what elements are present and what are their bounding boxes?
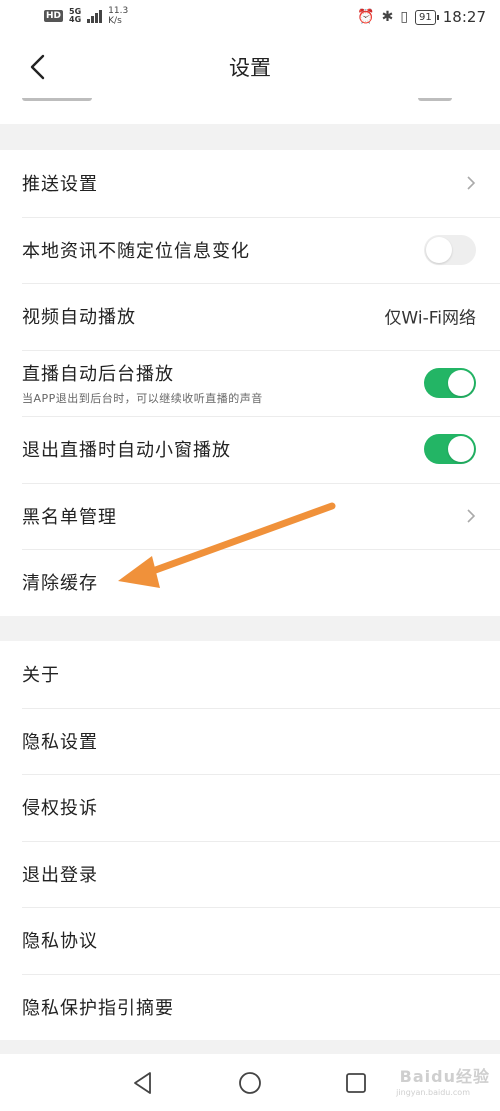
infringement-complaint-row[interactable]: 侵权投诉 <box>0 774 500 841</box>
row-label: 隐私协议 <box>22 931 98 953</box>
clear-cache-row[interactable]: 清除缓存 <box>0 549 500 616</box>
local-news-toggle[interactable] <box>424 234 476 265</box>
row-label: 侵权投诉 <box>22 798 98 820</box>
blacklist-row[interactable]: 黑名单管理 <box>0 482 500 550</box>
mini-window-toggle[interactable] <box>424 434 476 465</box>
live-mini-window-row: 退出直播时自动小窗播放 <box>0 416 500 483</box>
signal-icon <box>87 9 103 23</box>
watermark-logo: Baidu经验 <box>399 1067 490 1086</box>
row-label: 关于 <box>22 665 60 687</box>
row-label: 本地资讯不随定位信息变化 <box>22 240 250 262</box>
nav-home-icon[interactable] <box>237 1070 263 1096</box>
nav-recents-icon[interactable] <box>343 1070 369 1096</box>
bluetooth-icon: ✱ <box>381 9 394 25</box>
row-label: 视频自动播放 <box>22 307 136 329</box>
live-background-play-row: 直播自动后台播放 当APP退出到后台时，可以继续收听直播的声音 <box>0 349 500 417</box>
local-news-location-row: 本地资讯不随定位信息变化 <box>0 216 500 284</box>
row-label: 隐私设置 <box>22 731 98 753</box>
settings-page: HD 5G 4G 11.3 K/s ⏰ ✱ ▯ 91 18:27 设置 推送设置… <box>0 0 500 1111</box>
privacy-settings-row[interactable]: 隐私设置 <box>0 707 500 775</box>
row-label: 退出登录 <box>22 864 98 886</box>
video-autoplay-row[interactable]: 视频自动播放 仅Wi-Fi网络 <box>0 283 500 350</box>
alarm-icon: ⏰ <box>357 9 375 25</box>
vibrate-icon: ▯ <box>400 9 409 25</box>
nav-back-icon[interactable] <box>130 1070 156 1096</box>
page-title: 设置 <box>229 56 271 80</box>
status-bar: HD 5G 4G 11.3 K/s ⏰ ✱ ▯ 91 18:27 <box>0 0 500 36</box>
logout-row[interactable]: 退出登录 <box>0 840 500 908</box>
navbar: 设置 <box>0 36 500 98</box>
row-label: 退出直播时自动小窗播放 <box>22 440 231 462</box>
partially-hidden-row <box>0 98 500 124</box>
live-background-toggle[interactable] <box>424 367 476 398</box>
hd-badge: HD <box>44 10 64 22</box>
chevron-right-icon <box>467 176 476 190</box>
push-settings-row[interactable]: 推送设置 <box>0 150 500 217</box>
clock: 18:27 <box>442 8 486 26</box>
privacy-agreement-row[interactable]: 隐私协议 <box>0 907 500 974</box>
row-description: 当APP退出到后台时，可以继续收听直播的声音 <box>22 391 263 405</box>
row-label: 隐私保护指引摘要 <box>22 997 174 1019</box>
battery-icon: 91 <box>415 9 439 25</box>
row-label: 清除缓存 <box>22 573 98 595</box>
row-label: 黑名单管理 <box>22 506 117 528</box>
watermark-url: jingyan.baidu.com <box>396 1088 470 1097</box>
row-label: 直播自动后台播放 <box>22 363 174 385</box>
chevron-right-icon <box>467 509 476 523</box>
network-type: 5G 4G <box>69 7 82 24</box>
about-row[interactable]: 关于 <box>0 641 500 708</box>
row-label: 推送设置 <box>22 174 98 196</box>
network-speed: 11.3 K/s <box>108 6 129 26</box>
settings-group-2: 关于 隐私设置 侵权投诉 退出登录 隐私协议 隐私保护指引摘要 <box>0 641 500 1040</box>
privacy-guide-summary-row[interactable]: 隐私保护指引摘要 <box>0 973 500 1041</box>
settings-group-1: 推送设置 本地资讯不随定位信息变化 视频自动播放 仅Wi-Fi网络 直播自动后台… <box>0 150 500 616</box>
video-autoplay-value: 仅Wi-Fi网络 <box>384 308 476 329</box>
